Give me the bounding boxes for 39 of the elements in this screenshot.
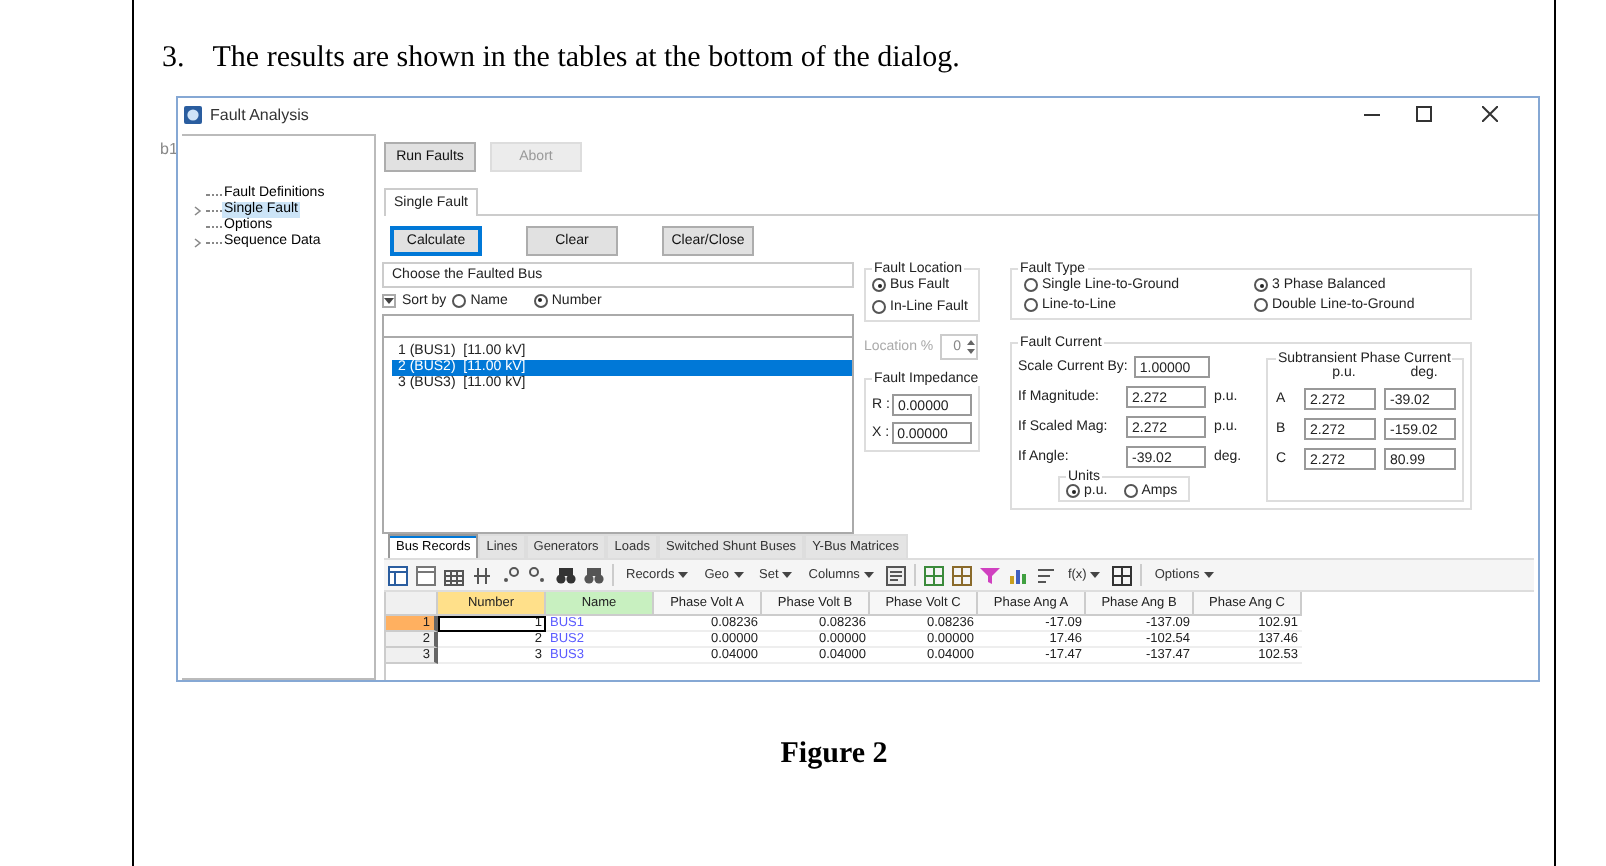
columns-icon[interactable] (472, 565, 492, 585)
funnel-icon[interactable] (979, 565, 1000, 585)
close-icon[interactable] (1482, 106, 1498, 122)
radio-button[interactable] (1024, 278, 1038, 292)
radio-button[interactable] (872, 278, 886, 292)
step-text: The results are shown in the tables at the bottom of the dialog. (212, 40, 960, 76)
figure-caption: Figure 2 (778, 738, 890, 772)
caret-icon (733, 572, 744, 578)
caret-icon (384, 297, 394, 303)
radio-button[interactable] (872, 300, 886, 314)
grid-icon[interactable] (444, 565, 464, 585)
filter-field[interactable] (382, 314, 854, 338)
caret-icon (1203, 572, 1214, 578)
caret-icon (863, 572, 874, 578)
caret-icon (678, 572, 689, 578)
sort-icon[interactable] (1035, 565, 1056, 585)
chevron-icon[interactable] (194, 205, 202, 215)
radio-button[interactable] (1066, 484, 1080, 498)
binoculars-icon[interactable] (556, 565, 576, 585)
radio-button[interactable] (1024, 298, 1038, 312)
radio-button[interactable] (1254, 298, 1268, 312)
maximize-icon[interactable] (1416, 106, 1432, 122)
caret-icon (782, 572, 793, 578)
app-icon (184, 105, 202, 123)
radio-button[interactable] (533, 293, 548, 307)
chart-icon[interactable] (1007, 565, 1028, 585)
caret-icon (1090, 572, 1101, 578)
radio-button[interactable] (452, 293, 467, 307)
grid-icon[interactable] (1112, 565, 1133, 585)
step-number: 3. (162, 40, 185, 76)
dropdown-button[interactable] (382, 293, 396, 307)
table-icon[interactable] (885, 565, 906, 585)
table-icon[interactable] (416, 565, 436, 585)
chevron-icon[interactable] (194, 237, 202, 247)
table-icon[interactable] (388, 565, 408, 585)
binoculars-icon[interactable] (584, 565, 604, 585)
radio-button[interactable] (1254, 278, 1268, 292)
radio-button[interactable] (1123, 484, 1138, 498)
window-title: Fault Analysis (210, 105, 309, 123)
